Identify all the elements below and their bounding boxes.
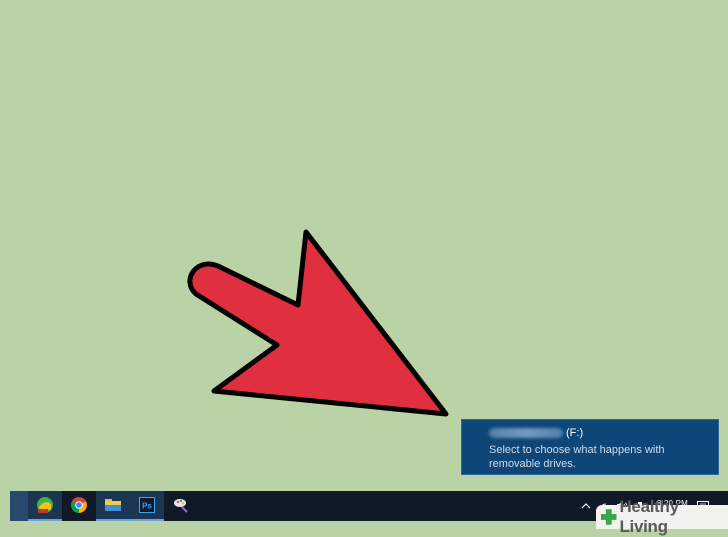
folder-icon bbox=[105, 499, 121, 511]
paint-icon bbox=[174, 499, 188, 513]
drive-letter-label: (F:) bbox=[566, 426, 584, 439]
toast-title: (F:) bbox=[489, 425, 718, 440]
blurred-drive-name bbox=[489, 427, 563, 438]
toast-message: Select to choose what happens with remov… bbox=[489, 444, 665, 470]
taskbar-app-paint[interactable] bbox=[164, 491, 198, 521]
start-button[interactable] bbox=[10, 491, 28, 521]
globe-map-icon bbox=[37, 497, 53, 513]
autoplay-notification-toast[interactable]: (F:) Select to choose what happens with … bbox=[461, 419, 719, 475]
chrome-icon bbox=[71, 497, 87, 513]
taskbar-app-photoshop[interactable]: Ps bbox=[130, 491, 164, 521]
plus-cross-icon bbox=[600, 509, 617, 525]
watermark-text: Healthy Living bbox=[619, 497, 679, 536]
taskbar-app-chrome[interactable] bbox=[62, 491, 96, 521]
watermark-badge: Healthy Living bbox=[596, 497, 728, 536]
photoshop-icon: Ps bbox=[139, 497, 155, 513]
show-hidden-icons-chevron-up-icon[interactable] bbox=[579, 499, 593, 513]
taskbar-app-maps[interactable] bbox=[28, 491, 62, 521]
taskbar-app-file-explorer[interactable] bbox=[96, 491, 130, 521]
svg-text:Ps: Ps bbox=[142, 502, 152, 511]
